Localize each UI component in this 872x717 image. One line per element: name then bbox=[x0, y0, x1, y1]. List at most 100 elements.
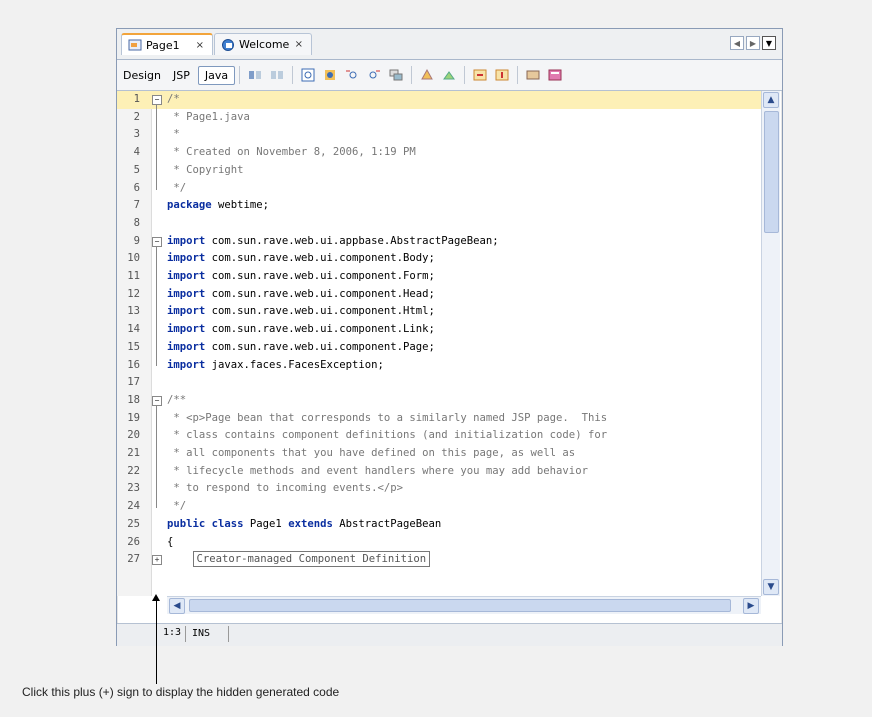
code-fragment: com.sun.rave.web.ui.component.Html; bbox=[205, 305, 435, 318]
collapse-fold-minus-icon[interactable]: − bbox=[152, 95, 162, 105]
code-line[interactable]: 5 * Copyright bbox=[117, 162, 761, 180]
line-number: 25 bbox=[127, 517, 140, 530]
code-line[interactable]: 23 * to respond to incoming events.</p> bbox=[117, 480, 761, 498]
horizontal-scrollbar[interactable]: ◀ ▶ bbox=[167, 596, 761, 614]
find-next-icon[interactable] bbox=[366, 67, 382, 83]
scroll-left-icon[interactable]: ◀ bbox=[169, 598, 185, 614]
scroll-up-icon[interactable]: ▲ bbox=[763, 92, 779, 108]
code-editor[interactable]: 1−/* 2 * Page1.java 3 * 4 * Created on Nove… bbox=[117, 91, 761, 596]
code-line[interactable]: 1 −/* bbox=[117, 91, 761, 109]
toggle-highlight-icon[interactable] bbox=[388, 67, 404, 83]
code-line[interactable]: 26 { bbox=[117, 534, 761, 552]
scroll-left-icon[interactable]: ◀ bbox=[730, 36, 744, 50]
folded-code-block[interactable]: Creator-managed Component Definition bbox=[192, 551, 431, 568]
line-number: 3 bbox=[133, 128, 140, 141]
code-line[interactable]: 12 import com.sun.rave.web.ui.component.H… bbox=[117, 286, 761, 304]
scroll-right-icon[interactable]: ▶ bbox=[743, 598, 759, 614]
code-line[interactable]: 20 * class contains component definition… bbox=[117, 427, 761, 445]
code-line[interactable]: 9 − import com.sun.rave.web.ui.appbase.Abs… bbox=[117, 233, 761, 251]
code-line[interactable]: 24 */ bbox=[117, 498, 761, 516]
code-line[interactable]: 21 * all components that you have define… bbox=[117, 445, 761, 463]
line-number: 4 bbox=[133, 146, 140, 159]
code-fragment: com.sun.rave.web.ui.appbase.AbstractPage… bbox=[205, 234, 499, 247]
next-bookmark-icon[interactable] bbox=[269, 67, 285, 83]
horizontal-scroll-thumb[interactable] bbox=[189, 599, 731, 612]
line-number: 16 bbox=[127, 358, 140, 371]
code-text: import com.sun.rave.web.ui.component.Pag… bbox=[167, 339, 435, 357]
collapse-fold-minus-icon[interactable]: − bbox=[152, 395, 162, 406]
code-fragment: * bbox=[167, 128, 180, 141]
comment-icon[interactable] bbox=[525, 67, 541, 83]
close-icon[interactable]: × bbox=[194, 40, 206, 51]
line-number: 15 bbox=[127, 340, 140, 353]
code-fragment: * class contains component definitions (… bbox=[167, 429, 608, 442]
vertical-scroll-thumb[interactable] bbox=[764, 111, 779, 233]
code-line[interactable]: 6 */ bbox=[117, 180, 761, 198]
keyword: import bbox=[167, 287, 206, 300]
code-line[interactable]: 8 bbox=[117, 215, 761, 233]
design-view-button[interactable]: Design bbox=[117, 69, 167, 82]
code-line[interactable]: 16 import javax.faces.FacesException; bbox=[117, 357, 761, 375]
fold-guide bbox=[156, 246, 157, 367]
code-fragment: * Created on November 8, 2006, 1:19 PM bbox=[167, 146, 416, 159]
tab-navigation: ◀ ▶ ▼ bbox=[730, 36, 776, 50]
macro-play-icon[interactable] bbox=[441, 67, 457, 83]
code-text: import com.sun.rave.web.ui.component.Lin… bbox=[167, 321, 435, 339]
find-icon[interactable] bbox=[300, 67, 316, 83]
jsp-view-button[interactable]: JSP bbox=[167, 69, 196, 82]
insert-mode-indicator: INS bbox=[185, 626, 229, 642]
find-selection-icon[interactable] bbox=[322, 67, 338, 83]
code-line[interactable]: 4 * Created on November 8, 2006, 1:19 PM bbox=[117, 144, 761, 162]
code-line[interactable]: 14 import com.sun.rave.web.ui.component.L… bbox=[117, 321, 761, 339]
find-previous-icon[interactable] bbox=[344, 67, 360, 83]
toolbar-separator bbox=[517, 66, 519, 84]
welcome-icon bbox=[221, 38, 235, 52]
collapse-fold-minus-icon[interactable]: − bbox=[152, 236, 162, 247]
line-number: 7 bbox=[133, 199, 140, 212]
shift-left-icon[interactable] bbox=[472, 67, 488, 83]
code-line[interactable]: 19 * <p>Page bean that corresponds to a … bbox=[117, 410, 761, 428]
code-line[interactable]: 22 * lifecycle methods and event handler… bbox=[117, 463, 761, 481]
code-line[interactable]: 25 public class Page1 extends AbstractPag… bbox=[117, 516, 761, 534]
code-line[interactable]: 2 * Page1.java bbox=[117, 109, 761, 127]
keyword: public class bbox=[167, 517, 244, 530]
code-fragment: com.sun.rave.web.ui.component.Page; bbox=[205, 340, 435, 353]
code-line[interactable]: 11 import com.sun.rave.web.ui.component.F… bbox=[117, 268, 761, 286]
code-line[interactable]: 27 + Creator-managed Component Definition bbox=[117, 551, 761, 569]
scroll-right-icon[interactable]: ▶ bbox=[746, 36, 760, 50]
code-line[interactable]: 10 import com.sun.rave.web.ui.component.B… bbox=[117, 250, 761, 268]
code-line[interactable]: 7 package webtime; bbox=[117, 197, 761, 215]
code-fragment: { bbox=[167, 535, 174, 548]
line-number: 1 bbox=[133, 93, 140, 105]
status-bar: 1:3 INS bbox=[117, 623, 782, 646]
editor-tab-strip: Page1 × Welcome × ◀ ▶ ▼ bbox=[117, 29, 782, 60]
line-number: 20 bbox=[127, 429, 140, 442]
tab-welcome[interactable]: Welcome × bbox=[214, 33, 312, 55]
code-fragment: * Copyright bbox=[167, 163, 244, 176]
fold-guide bbox=[156, 105, 157, 190]
code-text: * Copyright bbox=[167, 162, 244, 180]
line-number: 2 bbox=[133, 110, 140, 123]
code-line[interactable]: 3 * bbox=[117, 126, 761, 144]
line-number: 5 bbox=[133, 163, 140, 176]
code-line[interactable]: 15 import com.sun.rave.web.ui.component.P… bbox=[117, 339, 761, 357]
expand-fold-plus-icon[interactable]: + bbox=[152, 555, 162, 566]
uncomment-icon[interactable] bbox=[547, 67, 563, 83]
code-text: * <p>Page bean that corresponds to a sim… bbox=[167, 410, 607, 428]
shift-right-icon[interactable] bbox=[494, 67, 510, 83]
close-icon[interactable]: × bbox=[293, 39, 305, 50]
tab-page1[interactable]: Page1 × bbox=[121, 33, 213, 55]
line-number: 9 bbox=[133, 234, 140, 247]
java-view-button[interactable]: Java bbox=[197, 65, 236, 85]
macro-record-icon[interactable] bbox=[419, 67, 435, 83]
code-line[interactable]: 17 bbox=[117, 374, 761, 392]
toolbar-separator bbox=[411, 66, 413, 84]
previous-bookmark-icon[interactable] bbox=[247, 67, 263, 83]
code-line[interactable]: 18 −/** bbox=[117, 392, 761, 410]
tab-list-dropdown-icon[interactable]: ▼ bbox=[762, 36, 776, 50]
line-number: 22 bbox=[127, 464, 140, 477]
code-line[interactable]: 13 import com.sun.rave.web.ui.component.H… bbox=[117, 303, 761, 321]
scroll-down-icon[interactable]: ▼ bbox=[763, 579, 779, 595]
keyword: extends bbox=[288, 517, 333, 530]
vertical-scrollbar[interactable]: ▲ ▼ bbox=[761, 91, 780, 596]
